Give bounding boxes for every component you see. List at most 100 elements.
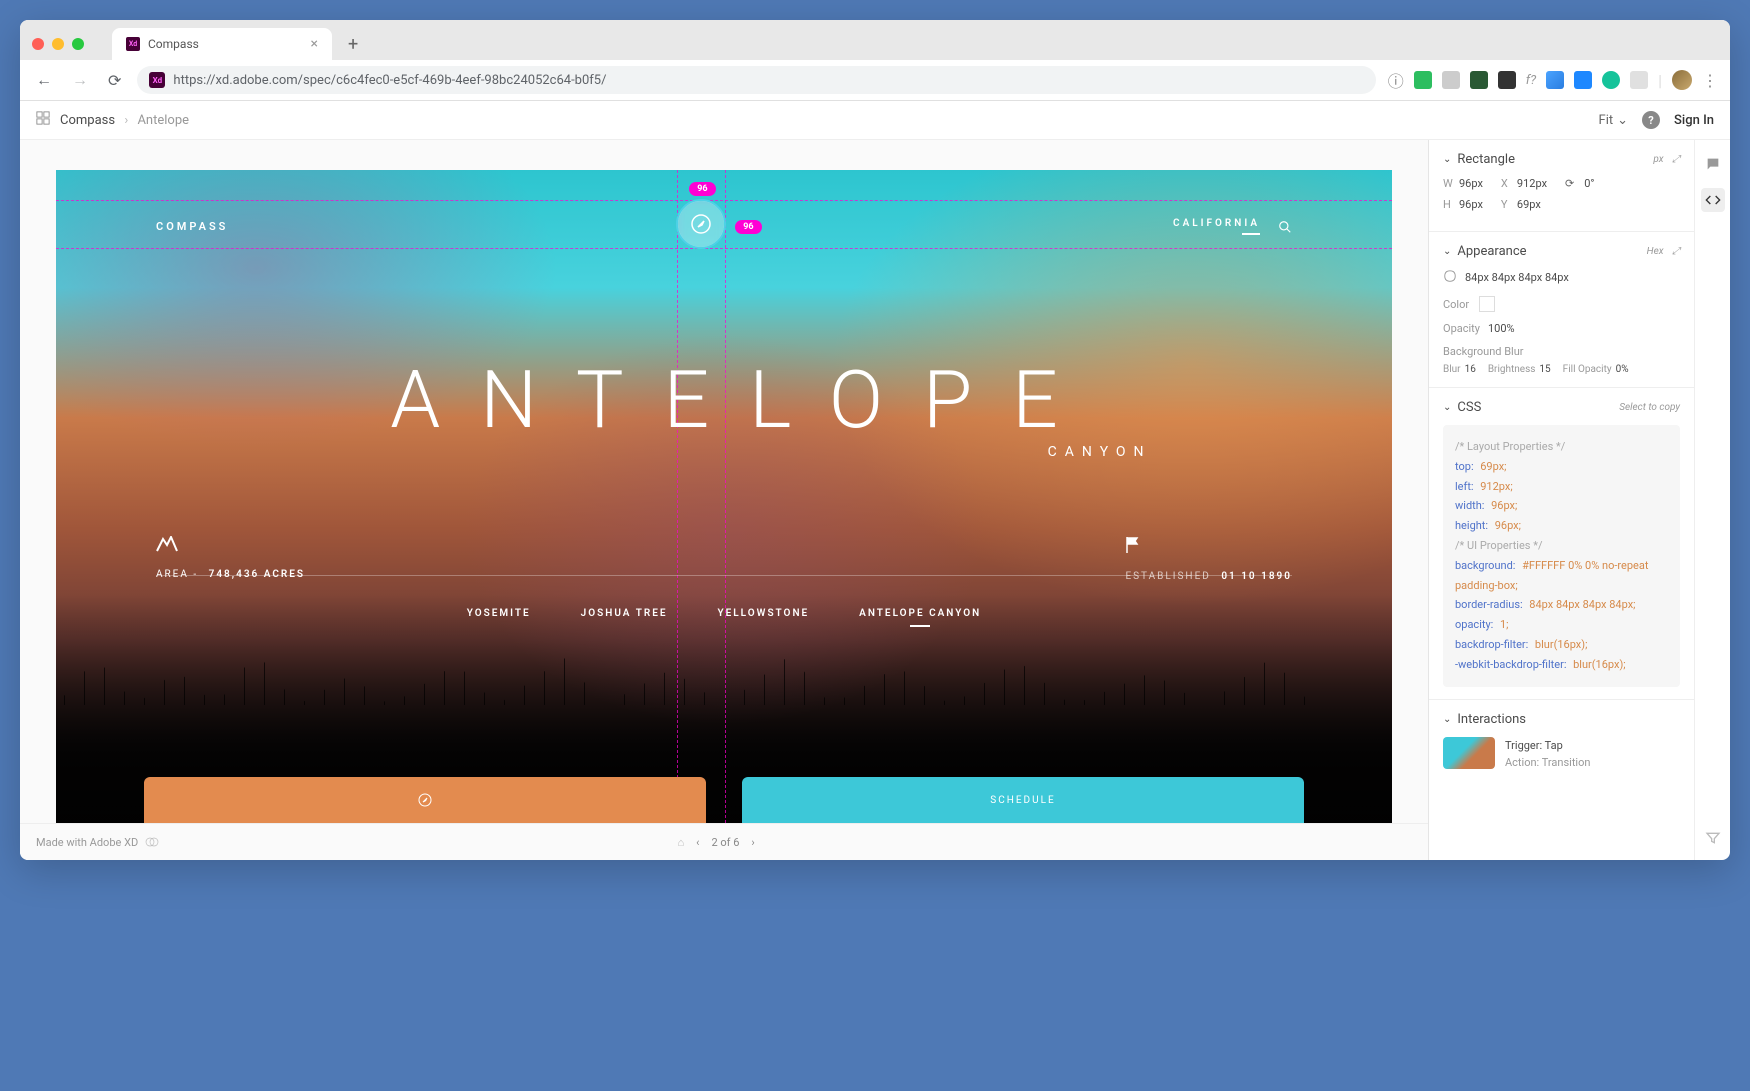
reload-button[interactable]: ⟳: [104, 67, 125, 94]
cta-schedule[interactable]: SCHEDULE: [742, 777, 1304, 823]
inspector-panel: ⌄ Rectangle px ⤢ W96px X912px ⟳0°: [1428, 140, 1694, 860]
extension-icon[interactable]: [1442, 71, 1460, 89]
home-icon[interactable]: ⌂: [677, 836, 684, 849]
extension-icon[interactable]: [1574, 71, 1592, 89]
chevron-down-icon: ⌄: [1443, 246, 1451, 257]
header-right: Fit ⌄ ? Sign In: [1599, 111, 1714, 129]
browser-tab[interactable]: Xd Compass ×: [112, 28, 332, 60]
css-comment-ui: /* UI Properties */: [1455, 539, 1542, 552]
css-br-val: 84px 84px 84px 84px;: [1529, 598, 1635, 611]
fillopacity-value: 0%: [1616, 364, 1629, 375]
breadcrumb-root[interactable]: Compass: [60, 113, 115, 128]
extension-icon[interactable]: [1470, 71, 1488, 89]
color-swatch[interactable]: [1479, 296, 1495, 312]
css-top-val: 69px;: [1480, 460, 1506, 473]
mountain-icon: [156, 536, 305, 557]
zoom-select[interactable]: Fit ⌄: [1599, 113, 1629, 128]
new-tab-button[interactable]: +: [340, 34, 366, 55]
right-panel-outer: ⌄ Rectangle px ⤢ W96px X912px ⟳0°: [1428, 140, 1730, 860]
section-transform-header[interactable]: ⌄ Rectangle: [1443, 152, 1515, 167]
chevron-down-icon: ⌄: [1443, 714, 1451, 725]
flag-icon: [1125, 536, 1292, 559]
hero-nav: COMPASS CALIFORNIA: [56, 218, 1392, 235]
code-view-icon[interactable]: [1701, 188, 1725, 212]
comment-icon[interactable]: [1701, 152, 1725, 176]
color-format[interactable]: Hex: [1647, 246, 1664, 257]
css-code-box[interactable]: /* Layout Properties */ top: 69px; left:…: [1443, 425, 1680, 687]
search-icon[interactable]: [1278, 220, 1292, 234]
next-page-button[interactable]: ›: [751, 836, 754, 849]
forward-button[interactable]: →: [68, 66, 92, 94]
xd-favicon-icon: Xd: [149, 72, 165, 88]
units-label[interactable]: px: [1653, 154, 1663, 165]
app-body: 96 96 COMPASS CALIFORNIA: [20, 140, 1730, 860]
section-appearance-header[interactable]: ⌄ Appearance: [1443, 244, 1527, 259]
expand-icon[interactable]: ⤢: [1672, 246, 1680, 257]
artboards-grid-icon[interactable]: [36, 111, 50, 129]
appearance-label: Appearance: [1457, 244, 1526, 259]
maximize-window-button[interactable]: [72, 38, 84, 50]
rotation-value: 0°: [1584, 177, 1594, 190]
prev-page-button[interactable]: ‹: [696, 836, 699, 849]
park-nav-antelope-canyon[interactable]: ANTELOPE CANYON: [859, 608, 981, 627]
nav-location[interactable]: CALIFORNIA: [1173, 218, 1260, 229]
breadcrumb: Compass › Antelope: [60, 113, 189, 128]
filter-icon[interactable]: [1701, 826, 1725, 850]
park-nav-yosemite[interactable]: YOSEMITE: [467, 608, 531, 627]
help-icon[interactable]: ?: [1642, 111, 1660, 129]
chevron-down-icon: ⌄: [1443, 402, 1451, 413]
tab-title: Compass: [148, 37, 199, 51]
interactions-label: Interactions: [1457, 712, 1526, 727]
park-nav-yellowstone[interactable]: YELLOWSTONE: [717, 608, 809, 627]
tab-bar: Xd Compass × +: [20, 20, 1730, 60]
back-button[interactable]: ←: [32, 66, 56, 94]
trigger-label: Trigger:: [1505, 739, 1542, 752]
park-nav-joshua-tree[interactable]: JOSHUA TREE: [581, 608, 668, 627]
evernote-icon[interactable]: [1414, 71, 1432, 89]
section-interactions-header[interactable]: ⌄ Interactions: [1443, 712, 1526, 727]
fillopacity-label: Fill Opacity: [1563, 364, 1612, 375]
grammarly-icon[interactable]: [1602, 71, 1620, 89]
css-left-prop: left:: [1455, 480, 1474, 493]
interaction-item[interactable]: Trigger: Tap Action: Transition: [1443, 737, 1680, 772]
minimize-window-button[interactable]: [52, 38, 64, 50]
extension-icon[interactable]: f?: [1526, 73, 1536, 88]
chevron-down-icon: ⌄: [1617, 113, 1628, 128]
radius-values: 84px 84px 84px 84px: [1465, 271, 1569, 284]
expand-icon[interactable]: ⤢: [1672, 154, 1680, 165]
extension-icon[interactable]: [1498, 71, 1516, 89]
profile-avatar[interactable]: [1672, 70, 1692, 90]
info-icon[interactable]: ⓘ: [1388, 68, 1404, 92]
canyon-texture: [56, 170, 1392, 823]
interaction-thumbnail: [1443, 737, 1495, 769]
zoom-value: Fit: [1599, 113, 1614, 128]
cta-card-1[interactable]: [144, 777, 706, 823]
app-header: Compass › Antelope Fit ⌄ ? Sign In: [20, 101, 1730, 140]
trigger-value: Tap: [1545, 739, 1563, 752]
extension-icon[interactable]: [1630, 71, 1648, 89]
nav-brand[interactable]: COMPASS: [156, 220, 228, 233]
section-transform: ⌄ Rectangle px ⤢ W96px X912px ⟳0°: [1429, 140, 1694, 232]
close-window-button[interactable]: [32, 38, 44, 50]
url-input[interactable]: Xd https://xd.adobe.com/spec/c6c4fec0-e5…: [137, 66, 1375, 94]
css-bf-val: blur(16px);: [1535, 638, 1587, 651]
css-copy-link[interactable]: Select to copy: [1619, 402, 1680, 413]
rotation-icon: ⟳: [1565, 177, 1574, 190]
artboard[interactable]: 96 96 COMPASS CALIFORNIA: [56, 170, 1392, 823]
section-css: ⌄ CSS Select to copy /* Layout Propertie…: [1429, 388, 1694, 700]
corner-radius-icon: [1443, 269, 1457, 286]
eyedropper-icon[interactable]: [1546, 71, 1564, 89]
css-op-prop: opacity:: [1455, 618, 1493, 631]
menu-icon[interactable]: ⋮: [1702, 71, 1718, 90]
tab-close-icon[interactable]: ×: [311, 36, 318, 52]
css-wbf-prop: -webkit-backdrop-filter:: [1455, 658, 1567, 671]
css-op-val: 1;: [1500, 618, 1509, 631]
signin-link[interactable]: Sign In: [1674, 113, 1714, 128]
section-css-header[interactable]: ⌄ CSS: [1443, 400, 1481, 415]
section-interactions: ⌄ Interactions Trigger: Tap Action: Tran…: [1429, 700, 1694, 784]
brightness-value: 15: [1539, 364, 1550, 375]
nav-underline: [1242, 233, 1260, 235]
browser-chrome: Xd Compass × + ← → ⟳ Xd https://xd.adobe…: [20, 20, 1730, 101]
stat-est-value: 01 10 1890: [1221, 571, 1292, 582]
canvas-area: 96 96 COMPASS CALIFORNIA: [20, 140, 1428, 860]
